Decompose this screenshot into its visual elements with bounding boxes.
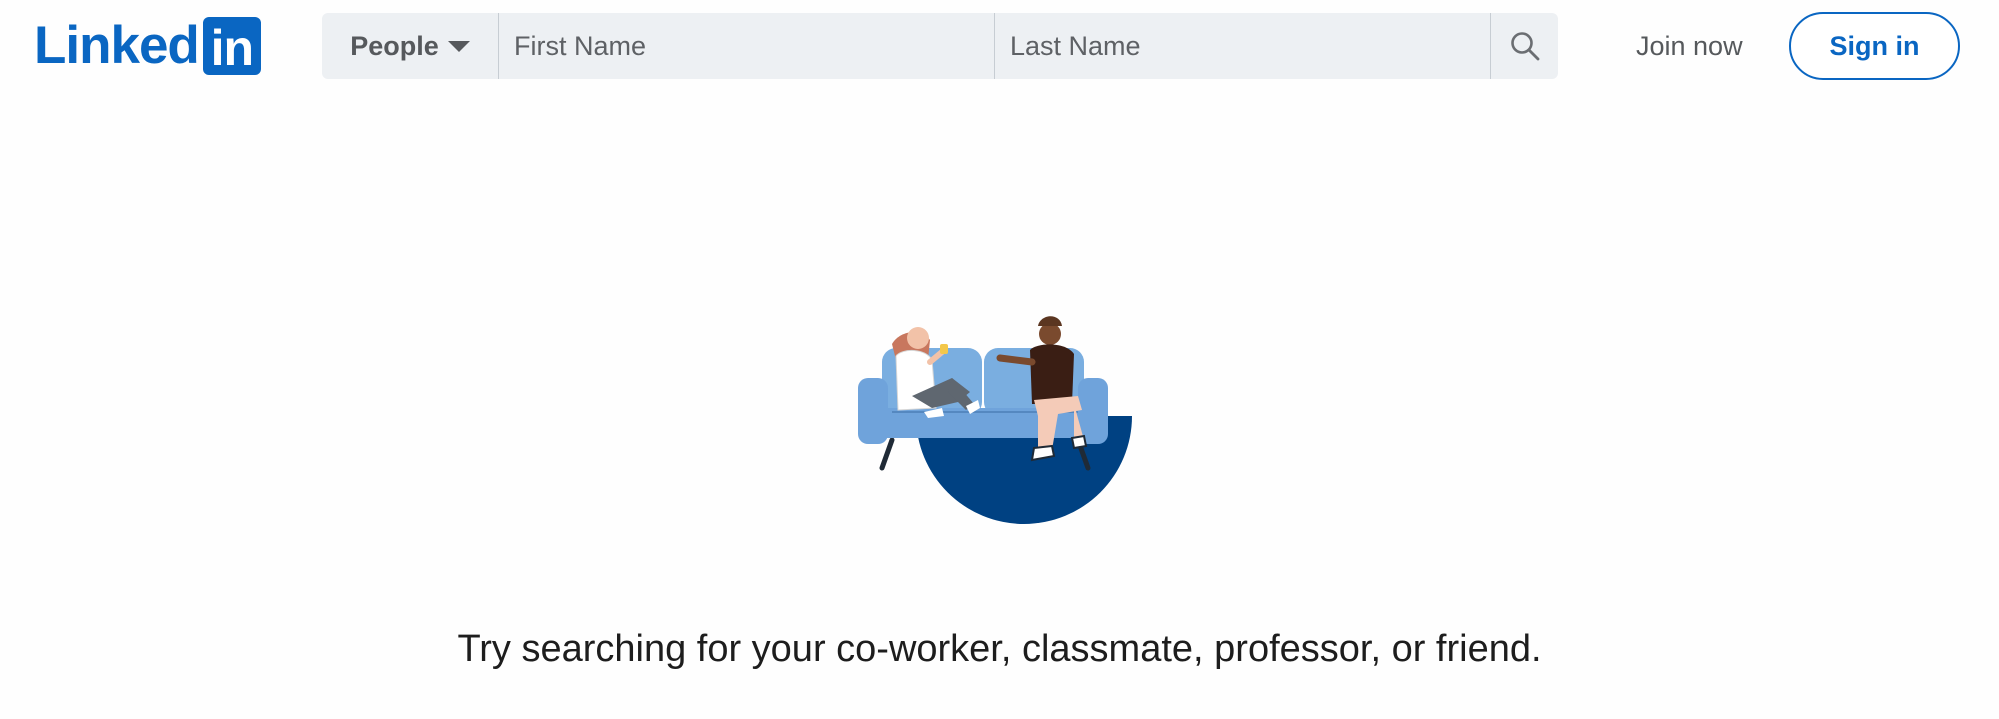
last-name-input[interactable] [995, 13, 1491, 79]
logo-in-box: in [202, 17, 261, 76]
first-name-input[interactable] [499, 13, 995, 79]
logo-wordmark: Linked [34, 16, 200, 75]
people-search-bar: People [322, 13, 1558, 79]
search-button[interactable] [1491, 13, 1558, 79]
people-on-sofa-illustration [858, 316, 1132, 524]
search-icon [1510, 32, 1539, 61]
page: Linked in People Join now Sign in [0, 0, 1999, 719]
linkedin-logo[interactable]: Linked in [34, 16, 261, 76]
sign-in-button[interactable]: Sign in [1789, 12, 1960, 80]
caret-down-icon [447, 40, 470, 52]
search-type-dropdown[interactable]: People [322, 13, 499, 79]
search-type-label: People [350, 30, 439, 61]
search-prompt-text: Try searching for your co-worker, classm… [457, 628, 1542, 670]
join-now-link[interactable]: Join now [1636, 27, 1743, 65]
